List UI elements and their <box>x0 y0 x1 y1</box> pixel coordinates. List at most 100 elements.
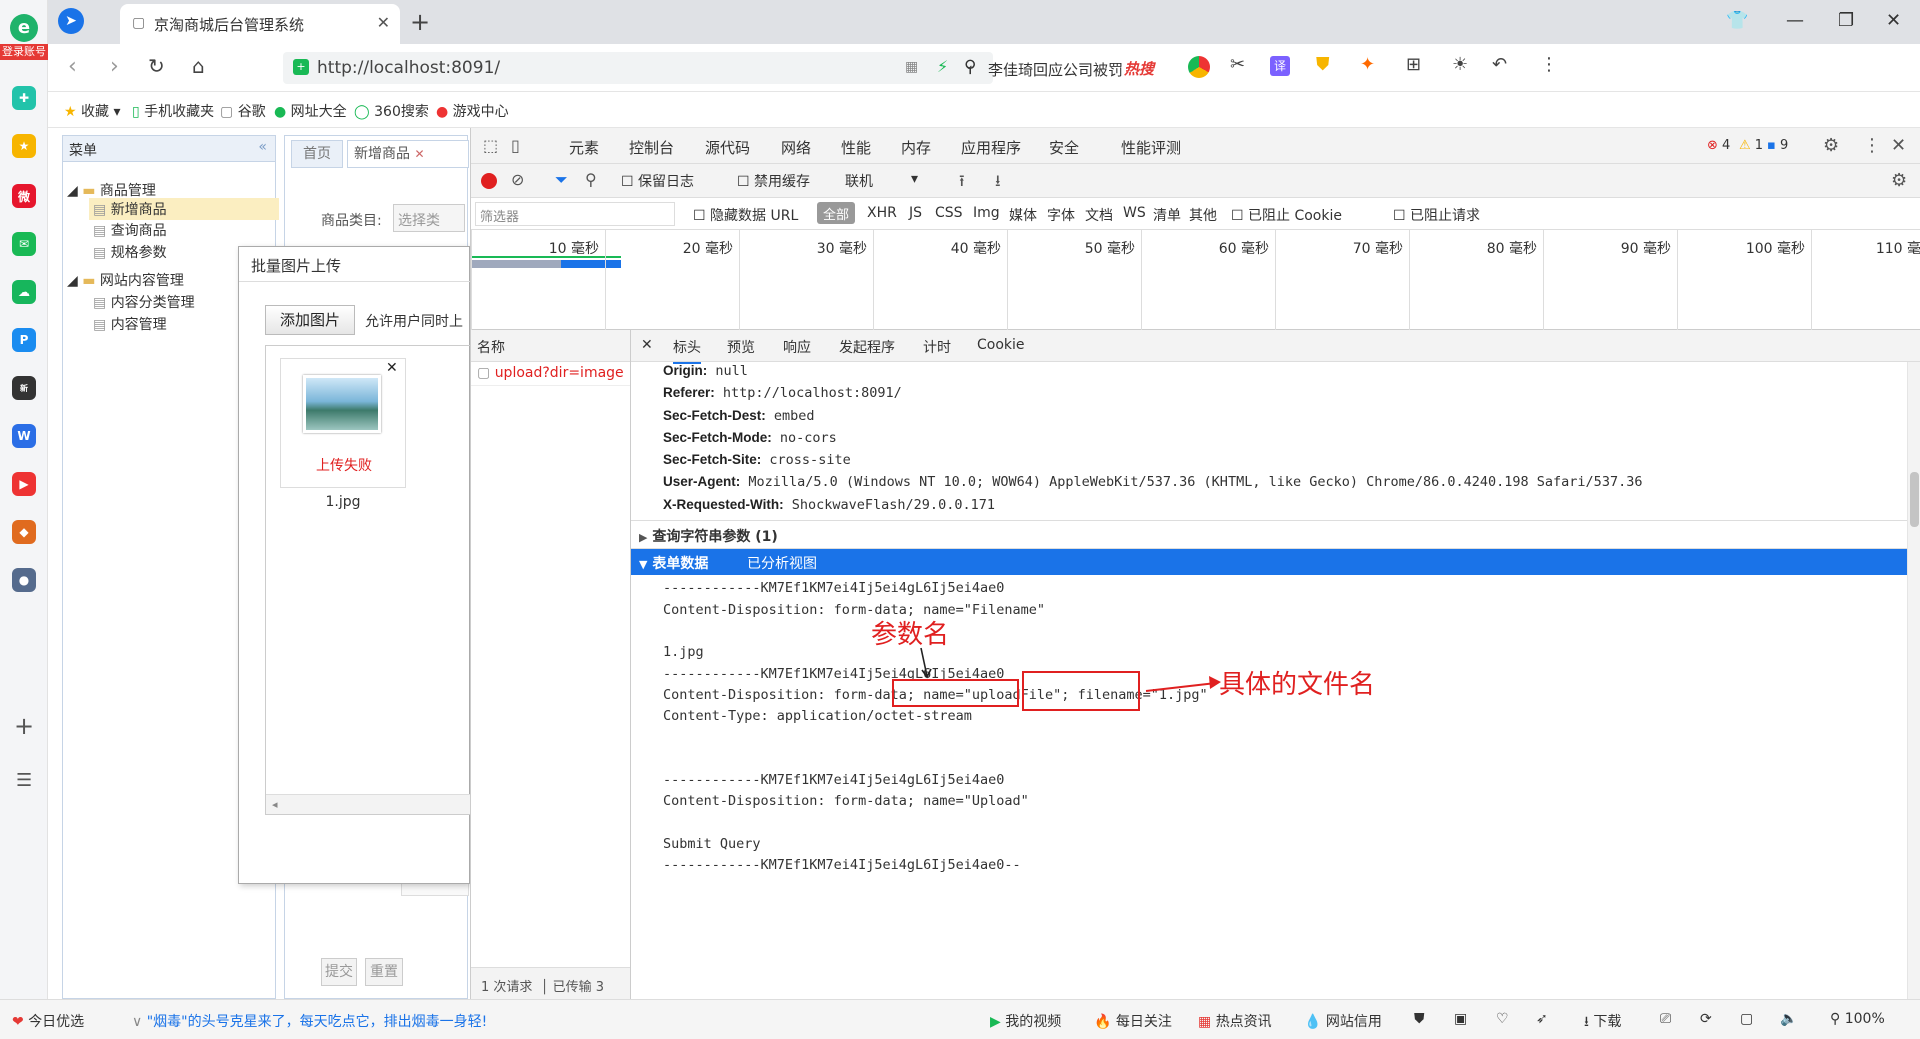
more-menu-icon[interactable]: ⋮ <box>1540 54 1558 75</box>
bolt-icon[interactable]: ⚡ <box>937 57 948 76</box>
settings-gear-icon[interactable]: ⚙ <box>1823 135 1839 156</box>
browser-logo-icon[interactable]: e <box>10 14 38 42</box>
close-detail-icon[interactable]: ✕ <box>641 337 653 353</box>
collapse-icon[interactable]: « <box>258 139 267 155</box>
type-filter-manifest[interactable]: 清单 <box>1153 205 1181 225</box>
sync-icon[interactable]: ⟳ <box>1700 1011 1712 1027</box>
search-box[interactable]: ⚲ 李佳琦回应公司被罚 热搜 <box>956 52 1176 84</box>
record-icon[interactable] <box>481 173 497 189</box>
qr-icon[interactable]: ▦ <box>905 59 918 75</box>
tab-memory[interactable]: 内存 <box>901 137 931 158</box>
type-filter-all[interactable]: 全部 <box>817 202 856 224</box>
disable-cache-checkbox[interactable]: ☐ 禁用缓存 <box>737 171 810 191</box>
tree-item-query-product[interactable]: ▤ 查询商品 <box>93 220 167 240</box>
type-filter-other[interactable]: 其他 <box>1189 205 1217 225</box>
tab-cookies[interactable]: Cookie <box>977 337 1025 353</box>
scrollbar-thumb[interactable] <box>1910 472 1919 527</box>
device-toggle-icon[interactable]: ▯ <box>511 136 520 155</box>
type-filter-media[interactable]: 媒体 <box>1009 205 1037 225</box>
tree-item-add-product[interactable]: ▤ 新增商品 <box>89 198 279 220</box>
mail-icon[interactable]: ✉ <box>12 232 36 256</box>
image-icon[interactable]: ▣ <box>1454 1011 1467 1027</box>
type-filter-ws[interactable]: WS <box>1123 205 1146 221</box>
star-icon[interactable]: ★ <box>12 134 36 158</box>
tab-response[interactable]: 响应 <box>783 337 811 357</box>
tab-sources[interactable]: 源代码 <box>705 137 750 158</box>
p-icon[interactable]: P <box>12 328 36 352</box>
news-ticker[interactable]: ∨ "烟毒"的头号克星来了，每天吃点它，排出烟毒一身轻! <box>132 1011 487 1031</box>
tab-performance[interactable]: 性能 <box>841 137 871 158</box>
home-icon[interactable]: ⌂ <box>192 54 205 78</box>
leaf-icon[interactable]: ✚ <box>12 86 36 110</box>
error-count[interactable]: ⊗ 4 <box>1707 138 1730 153</box>
tab-home[interactable]: 首页 <box>291 140 343 168</box>
tab-initiator[interactable]: 发起程序 <box>839 337 895 357</box>
preserve-log-checkbox[interactable]: ☐ 保留日志 <box>621 171 694 191</box>
vertical-scrollbar[interactable] <box>1907 362 1920 999</box>
url-bar[interactable]: + http://localhost:8091/ ▦ ⚡ ⌄ <box>283 52 993 84</box>
video-icon[interactable]: ▶ <box>12 472 36 496</box>
volume-icon[interactable]: 🔈 <box>1780 1011 1797 1027</box>
tab-elements[interactable]: 元素 <box>569 137 599 158</box>
more-icon[interactable]: ⋮ <box>1863 135 1881 156</box>
heartbeat-icon[interactable]: ♡ <box>1496 1011 1509 1027</box>
bookmark-mobile[interactable]: ▯ 手机收藏夹 <box>132 101 214 121</box>
network-settings-icon[interactable]: ⚙ <box>1891 170 1907 191</box>
blocked-cookies-checkbox[interactable]: ☐ 已阻止 Cookie <box>1231 205 1342 225</box>
close-window-icon[interactable]: ✕ <box>1886 10 1901 31</box>
theme-icon[interactable]: ☀ <box>1452 54 1468 75</box>
clear-icon[interactable]: ⊘ <box>511 170 524 189</box>
filter-input[interactable]: 筛选器 <box>475 202 675 226</box>
bookmark-sites[interactable]: ● 网址大全 <box>274 101 347 121</box>
remove-file-icon[interactable]: ✕ <box>386 360 398 376</box>
undo-icon[interactable]: ↶ <box>1492 54 1507 75</box>
forward-icon[interactable]: › <box>110 54 119 79</box>
submit-button[interactable]: 提交 <box>321 958 357 986</box>
form-data-section[interactable]: ▼ 表单数据 已分析视图 <box>631 549 1907 575</box>
today-picks[interactable]: ❤ 今日优选 <box>12 1011 84 1031</box>
type-filter-css[interactable]: CSS <box>935 205 963 221</box>
horizontal-scrollbar[interactable]: ◂ <box>266 794 472 814</box>
shirt-icon[interactable]: 👕 <box>1726 10 1748 31</box>
hot-news[interactable]: ▦ 热点资讯 <box>1198 1011 1272 1031</box>
warning-count[interactable]: ⚠ 1 <box>1739 138 1763 153</box>
game-pad-icon[interactable]: ✦ <box>1360 54 1375 75</box>
type-filter-doc[interactable]: 文档 <box>1085 205 1113 225</box>
message-count[interactable]: ▪ 9 <box>1767 138 1788 153</box>
scissors-icon[interactable]: ✂ <box>1230 54 1245 75</box>
tab-lighthouse[interactable]: 性能评测 <box>1121 137 1181 158</box>
game2-icon[interactable]: ● <box>12 568 36 592</box>
tab-add-product[interactable]: 新增商品 ✕ <box>347 140 469 168</box>
chrome-icon[interactable] <box>1188 56 1210 78</box>
download-status[interactable]: ⭳ 下载 <box>1584 1011 1621 1035</box>
bookmark-games[interactable]: ● 游戏中心 <box>436 101 509 121</box>
tab-timing[interactable]: 计时 <box>923 337 951 357</box>
tab-application[interactable]: 应用程序 <box>961 137 1021 158</box>
tab-preview[interactable]: 预览 <box>727 337 755 357</box>
bookmark-favorites[interactable]: ★ 收藏 ▾ <box>64 101 121 121</box>
bookmark-google[interactable]: ▢ 谷歌 <box>220 101 266 121</box>
throttle-select[interactable]: 联机 ▾ <box>845 171 925 191</box>
hide-data-url-checkbox[interactable]: ☐ 隐藏数据 URL <box>693 205 798 225</box>
tree-item-spec[interactable]: ▤ 规格参数 <box>93 242 167 262</box>
tree-item-content[interactable]: ▤ 内容管理 <box>93 314 167 334</box>
bookmark-360[interactable]: ◯ 360搜索 <box>354 101 429 121</box>
daily-focus[interactable]: 🔥 每日关注 <box>1094 1011 1172 1031</box>
tree-item-content-category[interactable]: ▤ 内容分类管理 <box>93 292 195 312</box>
type-filter-font[interactable]: 字体 <box>1047 205 1075 225</box>
close-tab-icon[interactable]: ✕ <box>377 13 390 32</box>
maximize-icon[interactable]: ❐ <box>1838 10 1854 31</box>
add-image-button[interactable]: 添加图片 <box>265 305 355 335</box>
type-filter-xhr[interactable]: XHR <box>867 205 897 221</box>
nav-arrow-icon[interactable]: ➤ <box>58 8 84 34</box>
type-filter-img[interactable]: Img <box>973 205 1000 221</box>
site-credit[interactable]: 💧 网站信用 <box>1304 1011 1382 1031</box>
reset-button[interactable]: 重置 <box>365 958 403 986</box>
request-row[interactable]: ▢ upload?dir=image <box>471 362 630 386</box>
tab-headers[interactable]: 标头 <box>673 337 701 364</box>
cloud-icon[interactable]: ☁ <box>12 280 36 304</box>
cast-icon[interactable]: ⎚ <box>1660 1011 1671 1027</box>
inspect-icon[interactable]: ⬚ <box>483 136 498 155</box>
tab-active[interactable]: ▢ 京淘商城后台管理系统 ✕ <box>120 4 400 44</box>
add-icon[interactable]: + <box>14 712 34 740</box>
